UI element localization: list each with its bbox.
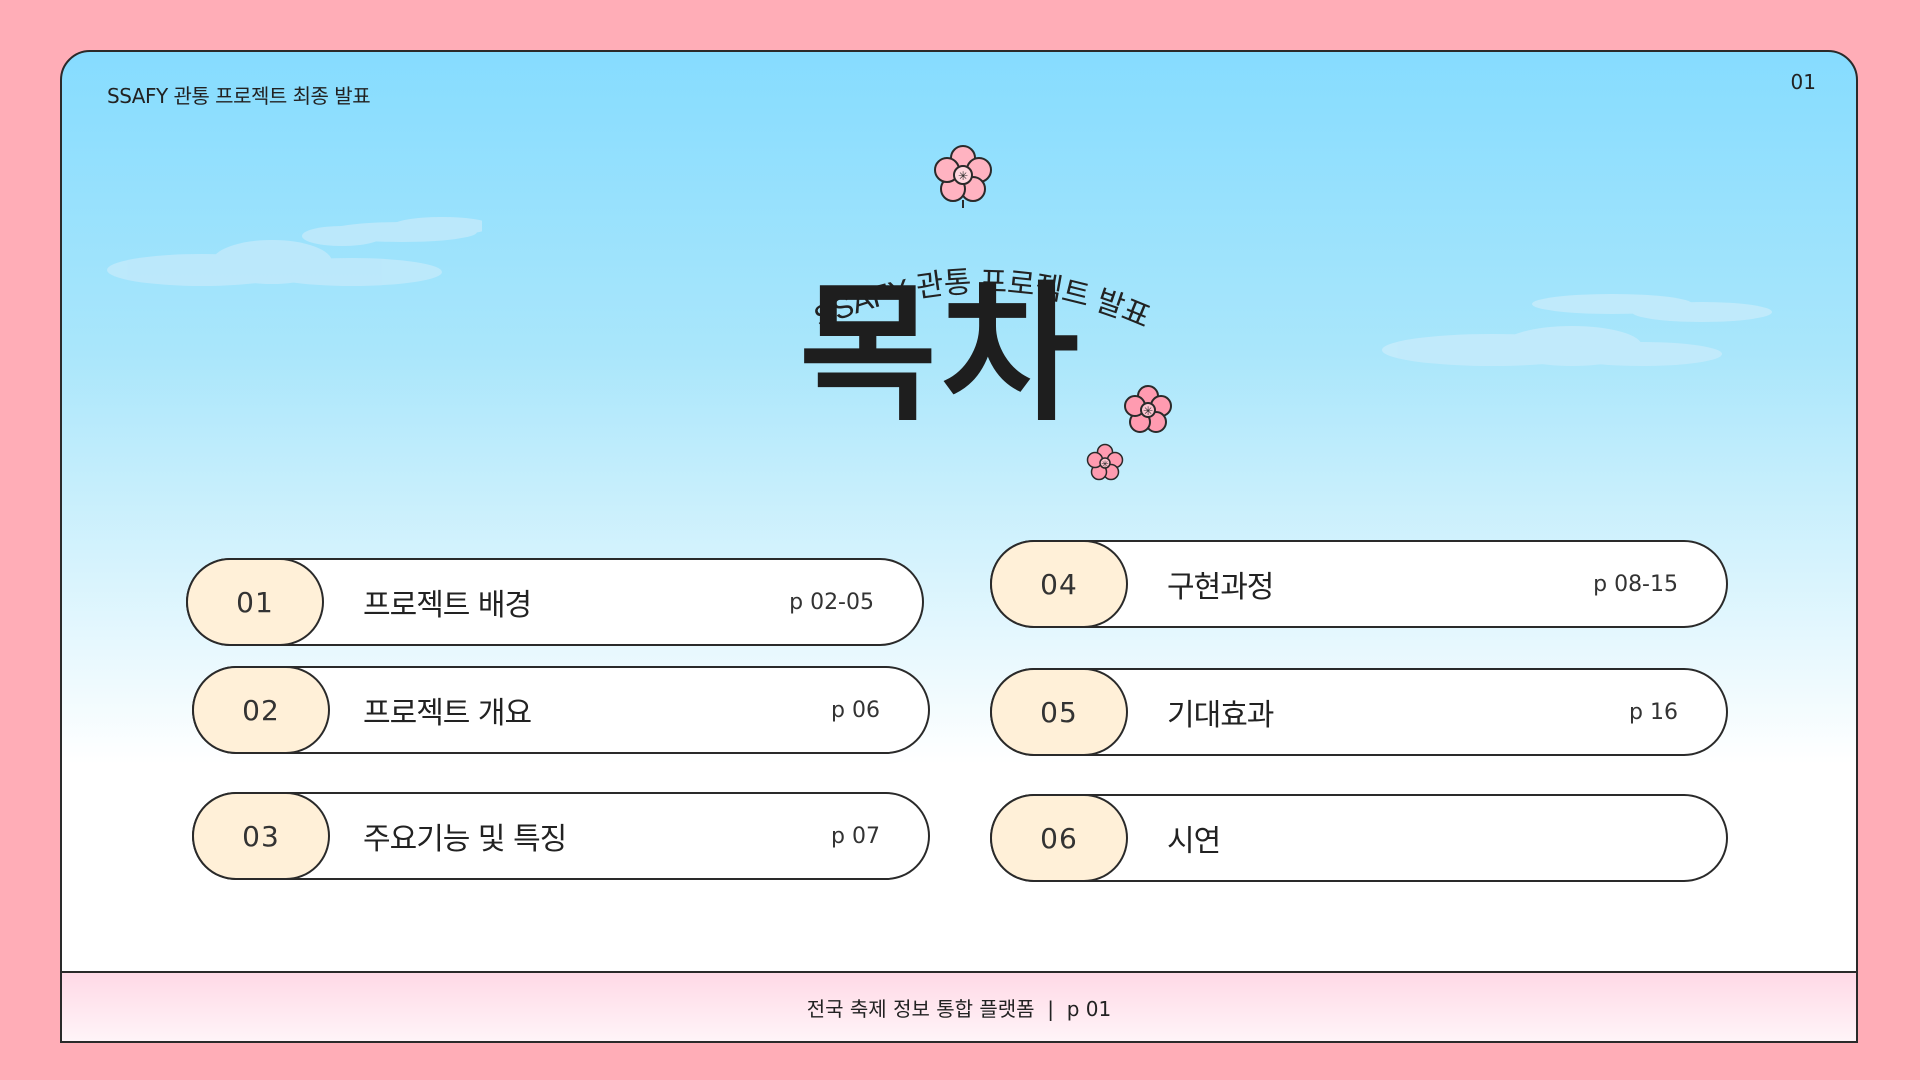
- toc-item[interactable]: 01 프로젝트 배경 p 02-05: [186, 558, 924, 646]
- toc-item-label: 프로젝트 배경: [363, 588, 532, 623]
- toc-item-label: 주요기능 및 특징: [363, 822, 567, 857]
- toc-item-page: p 08-15: [1593, 571, 1678, 597]
- toc-item-number: 05: [990, 668, 1128, 756]
- svg-text:✳: ✳: [1143, 404, 1153, 418]
- footer: 전국 축제 정보 통합 플랫폼 | p 01: [62, 971, 1856, 1041]
- svg-text:✳: ✳: [1101, 460, 1109, 470]
- toc-item-page: p 02-05: [789, 589, 874, 615]
- toc-item-number: 01: [186, 558, 324, 646]
- cherry-blossom-icon: ✳: [1086, 443, 1124, 481]
- toc-item-page: p 06: [831, 697, 880, 723]
- toc-item-page: p 07: [831, 823, 880, 849]
- svg-text:✳: ✳: [958, 169, 968, 183]
- header-title: SSAFY 관통 프로젝트 최종 발표: [107, 84, 371, 108]
- toc-item-label: 기대효과: [1167, 698, 1274, 733]
- toc-item[interactable]: 05 기대효과 p 16: [990, 668, 1728, 756]
- slide-frame: SSAFY 관통 프로젝트 최종 발표 01 SSAFY 관통 프로젝트 발표: [60, 50, 1858, 1043]
- toc-item[interactable]: 06 시연: [990, 794, 1728, 882]
- cherry-blossom-icon: ✳: [1124, 385, 1172, 433]
- cherry-blossom-icon: ✳: [934, 145, 992, 208]
- toc-item[interactable]: 04 구현과정 p 08-15: [990, 540, 1728, 628]
- page-title: 목차: [798, 268, 1083, 442]
- footer-text: 전국 축제 정보 통합 플랫폼 | p 01: [806, 996, 1112, 1021]
- slide-number: 01: [1790, 70, 1816, 94]
- toc-item-number: 06: [990, 794, 1128, 882]
- toc-item-page: p 16: [1629, 699, 1678, 725]
- toc-item[interactable]: 03 주요기능 및 특징 p 07: [192, 792, 930, 880]
- toc-item-number: 03: [192, 792, 330, 880]
- toc-item[interactable]: 02 프로젝트 개요 p 06: [192, 666, 930, 754]
- toc-item-label: 구현과정: [1167, 570, 1274, 605]
- toc-item-label: 시연: [1167, 824, 1221, 859]
- toc-item-number: 02: [192, 666, 330, 754]
- toc-item-label: 프로젝트 개요: [363, 696, 532, 731]
- toc-item-number: 04: [990, 540, 1128, 628]
